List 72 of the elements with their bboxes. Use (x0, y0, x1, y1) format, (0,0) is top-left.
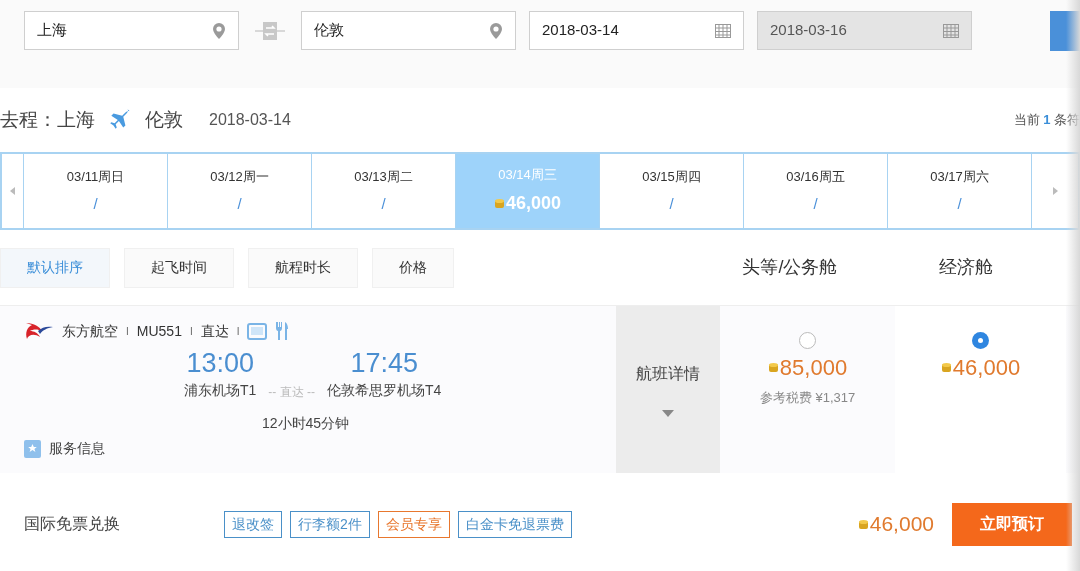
date-label: 03/11周日 (66, 168, 125, 186)
field-value: 2018-03-16 (770, 20, 847, 41)
sort-tab[interactable]: 起飞时间 (124, 247, 234, 288)
location-pin-icon (489, 21, 503, 40)
total-price: 46,000 (857, 508, 934, 540)
origin-city: 上海 (57, 107, 95, 132)
date-price: / (669, 193, 674, 214)
fare-radio[interactable] (799, 332, 816, 349)
date-field[interactable]: 2018-03-14 (529, 11, 744, 50)
flight-details-button[interactable]: 航班详情 (616, 306, 720, 473)
departure-time: 13:00 (186, 347, 254, 380)
field-value: 上海 (37, 20, 67, 41)
swap-icon[interactable] (255, 20, 285, 42)
date-price: / (237, 193, 242, 214)
date-label: 03/14周三 (498, 165, 557, 184)
result-count: 当前 1 条符 (1013, 111, 1080, 130)
coin-icon (940, 362, 952, 373)
date-price: 46,000 (493, 190, 562, 218)
direct-label: -- 直达 -- (268, 384, 315, 401)
fare-price: 46,000 (940, 351, 1021, 384)
calendar-icon (943, 23, 959, 38)
date-label: 03/16周五 (786, 168, 845, 186)
route-date: 2018-03-14 (209, 110, 291, 130)
fare-tag: 退改签 (224, 510, 282, 538)
arrival-airport: 伦敦希思罗机场T4 (327, 381, 442, 400)
service-info-link[interactable]: 服务信息 (49, 438, 105, 459)
date-price: / (957, 193, 962, 214)
calendar-icon (715, 23, 731, 38)
utensils-icon (275, 322, 290, 340)
departure-airport: 浦东机场T1 (184, 381, 257, 400)
separator: I (189, 324, 193, 339)
field-value: 2018-03-14 (542, 20, 619, 41)
city-field[interactable]: 伦敦 (301, 11, 516, 50)
date-price: / (381, 193, 386, 214)
date-label: 03/15周四 (642, 168, 701, 186)
flight-type: 直达 (200, 321, 229, 341)
date-label: 03/13周二 (354, 168, 413, 186)
separator: I (236, 324, 240, 339)
date-price: / (813, 193, 818, 214)
dropdown-caret-icon (662, 410, 674, 417)
fare-tag: 白金卡免退票费 (457, 510, 572, 538)
field-value: 伦敦 (314, 20, 344, 41)
sort-tab[interactable]: 航程时长 (248, 247, 358, 288)
fare-radio[interactable] (972, 332, 989, 349)
arrival-time: 17:45 (350, 347, 418, 380)
airline-name: 东方航空 (62, 321, 118, 341)
left-caret-icon (10, 187, 15, 195)
separator: I (126, 324, 129, 339)
flight-number: MU551 (136, 321, 182, 341)
fare-tag: 会员专享 (377, 510, 450, 538)
fare-price: 85,000 (767, 351, 848, 384)
route-label: 去程： (0, 107, 57, 132)
destination-city: 伦敦 (145, 107, 183, 132)
location-pin-icon (212, 21, 226, 40)
cabin-header: 经济舱 (938, 256, 994, 279)
screen-icon (247, 322, 268, 340)
coin-icon (767, 362, 779, 373)
tax-note: 参考税费 ¥1,317 (759, 389, 856, 407)
search-button[interactable] (1050, 11, 1080, 51)
offer-title: 国际免票兑换 (24, 514, 121, 534)
cabin-header: 头等/公务舱 (741, 256, 839, 279)
sort-tab[interactable]: 价格 (372, 247, 454, 288)
date-label: 03/17周六 (930, 168, 989, 186)
coin-icon (857, 518, 869, 530)
flight-duration: 12小时45分钟 (262, 414, 351, 433)
fare-tag: 行李额2件 (290, 510, 370, 538)
coin-icon (493, 198, 505, 210)
date-label: 03/12周一 (210, 168, 269, 186)
city-field[interactable]: 上海 (24, 11, 239, 50)
date-price: / (93, 193, 98, 214)
service-icon (24, 439, 41, 458)
right-caret-icon (1052, 187, 1058, 195)
